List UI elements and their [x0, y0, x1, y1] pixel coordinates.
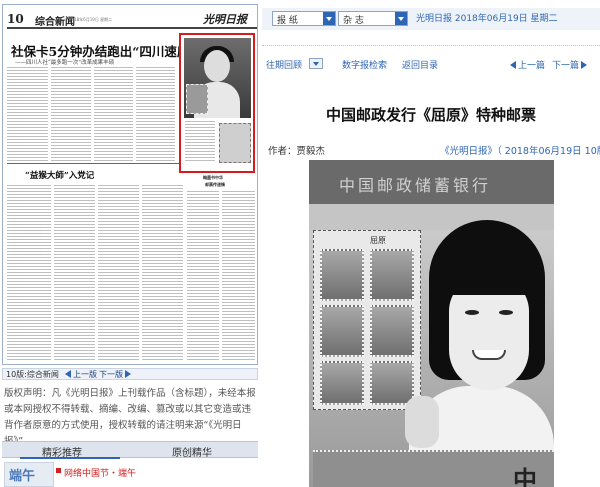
highlighted-article[interactable] — [179, 33, 255, 173]
article-navigation: 往期回顾 数字报检索 返回目录 上一篇 下一篇 — [262, 58, 600, 72]
page-navigation: 10版:综合新闻 上一版 下一版 — [2, 368, 258, 380]
stamp-image — [320, 361, 364, 405]
next-page-link[interactable]: 下一版 — [99, 369, 131, 380]
page-dateline: 2018年6月19日 星期二 — [69, 17, 113, 22]
newspaper-subhead-c: 邮票传递情 — [205, 182, 225, 187]
stamp-image — [320, 305, 364, 357]
stamp-image — [370, 249, 414, 301]
newspaper-page[interactable]: 10 综合新闻 2018年6月19日 星期二 光明日报 社保卡5分钟办结跑出“四… — [2, 4, 258, 365]
newspaper-subhead-b: 翰墨书中华 — [203, 175, 223, 180]
index-link[interactable]: 返回目录 — [402, 58, 438, 71]
past-issues-link[interactable]: 往期回顾 — [266, 58, 302, 71]
article-author: 作者：贾毅杰 — [268, 146, 326, 157]
photo-figure-eye — [465, 310, 479, 315]
thumbnail-text: 端午 — [9, 469, 36, 484]
next-article-label: 下一篇 — [552, 61, 580, 71]
newspaper-header: 10 综合新闻 2018年6月19日 星期二 光明日报 — [7, 11, 257, 29]
next-page-label: 下一版 — [99, 370, 123, 379]
top-toolbar: 报 纸 杂 志 光明日报 2018年06月19日 星期二 — [262, 8, 600, 30]
photo-strip-character: 中 — [513, 465, 537, 487]
prev-article-label: 上一篇 — [518, 61, 546, 71]
publication-select[interactable]: 杂 志 — [338, 11, 408, 26]
bullet-icon — [56, 468, 61, 473]
newspaper-photo — [184, 38, 251, 118]
divider — [262, 45, 600, 46]
next-article-link[interactable]: 下一篇 — [552, 58, 588, 71]
prev-page-link[interactable]: 上一版 — [65, 369, 97, 380]
stamp-image — [219, 123, 251, 163]
publication-value: 杂 志 — [343, 16, 364, 26]
column-gap — [139, 185, 142, 361]
next-arrow-icon — [581, 61, 588, 69]
active-tab-indicator — [20, 457, 120, 459]
column-gap — [219, 191, 222, 361]
column-gap — [95, 185, 98, 361]
media-type-value: 报 纸 — [277, 16, 298, 26]
past-issues-dropdown[interactable] — [309, 58, 323, 69]
photo-figure-eye — [499, 310, 513, 315]
photo-figure-hand — [405, 396, 439, 448]
photo-bank-sign: 中国邮政储蓄银行 — [309, 160, 554, 204]
column-gap — [51, 185, 54, 361]
prev-arrow-icon — [65, 370, 71, 378]
photo-figure-face — [204, 50, 230, 82]
newspaper-logo: 光明日报 — [203, 13, 247, 26]
bank-sign-text: 中国邮政储蓄银行 — [339, 176, 492, 195]
newspaper-headline-secondary[interactable]: “益猴大師”入党记 — [25, 169, 94, 181]
article-photo: 中国邮政储蓄银行 屈原 中 — [309, 160, 554, 487]
prev-article-link[interactable]: 上一篇 — [510, 58, 545, 71]
article-source[interactable]: 《光明日报》（ 2018年06月19日 10版） — [440, 143, 600, 157]
chevron-down-icon — [395, 12, 407, 25]
prev-page-label: 上一版 — [73, 370, 97, 379]
search-link[interactable]: 数字报检索 — [342, 58, 387, 71]
photo-caption — [185, 121, 215, 161]
stamp-sheet: 屈原 — [313, 230, 421, 410]
column-gap — [48, 67, 51, 161]
next-arrow-icon — [125, 370, 131, 378]
photo-figure-smile — [472, 350, 506, 360]
recommend-link[interactable]: 网络中国节・端午 — [64, 466, 136, 479]
column-gap — [133, 67, 136, 161]
article-text-block — [13, 215, 43, 255]
page-number: 10 — [7, 12, 24, 26]
article-title: 中国邮政发行《屈原》特种邮票 — [325, 106, 536, 124]
recommend-tabs: 精彩推荐 原创精华 — [2, 441, 258, 459]
stamp-image — [370, 305, 414, 357]
chevron-down-icon — [323, 12, 335, 25]
recommend-thumbnail[interactable]: 端午 — [4, 462, 54, 487]
prev-arrow-icon — [510, 61, 516, 69]
photo-wall — [309, 204, 554, 230]
tab-best[interactable]: 原创精华 — [172, 444, 212, 459]
stamp-image — [370, 361, 414, 405]
photo-stamp-sheet — [186, 84, 208, 114]
stamp-sheet-title: 屈原 — [370, 236, 386, 245]
issue-date: 光明日报 2018年06月19日 星期二 — [416, 14, 558, 24]
newspaper-panel: 10 综合新闻 2018年6月19日 星期二 光明日报 社保卡5分钟办结跑出“四… — [0, 0, 262, 487]
current-page-label: 10版:综合新闻 — [6, 370, 59, 379]
stamp-image — [320, 249, 364, 301]
media-type-select[interactable]: 报 纸 — [272, 11, 336, 26]
column-gap — [91, 67, 94, 161]
newspaper-subhead: ——四川人社“最多跑一次”改革成果丰硕 — [15, 60, 115, 66]
